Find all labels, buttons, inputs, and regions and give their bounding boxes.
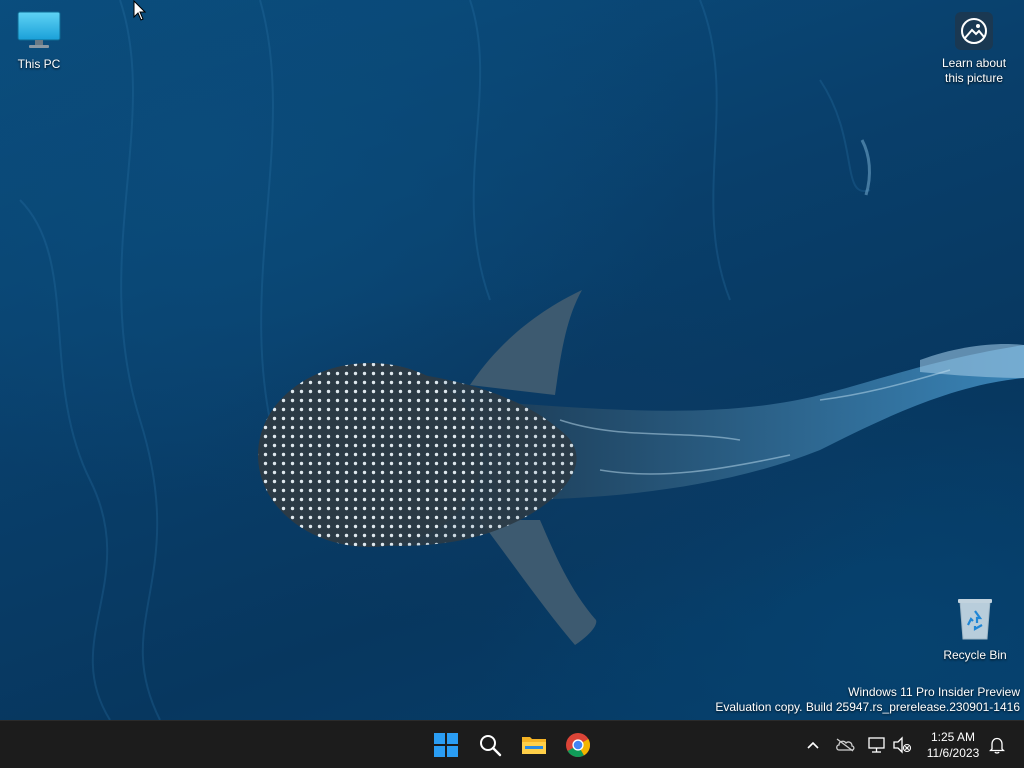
onedrive-icon [836,738,855,752]
camera-info-icon [955,12,993,50]
folder-icon [522,737,546,754]
watermark-edition: Windows 11 Pro Insider Preview [848,685,1020,699]
desktop-icon-this-pc[interactable]: This PC [1,10,77,72]
network-button[interactable] [865,733,889,757]
watermark-build: Evaluation copy. Build 25947.rs_prerelea… [715,700,1020,714]
file-explorer-button[interactable] [514,725,554,765]
clock-time: 1:25 AM [930,730,976,744]
desktop-icon-label: This PC [17,57,61,71]
windows-build-watermark: Windows 11 Pro Insider Preview Evaluatio… [715,685,1020,715]
search-icon [480,735,502,757]
volume-muted-icon [893,736,912,754]
network-icon [868,737,885,753]
notifications-button[interactable] [985,733,1009,757]
start-button[interactable] [426,725,466,765]
desktop-icon-label: Recycle Bin [943,648,1007,662]
desktop: This PC Learn about this picture Recycle… [0,0,1024,720]
desktop-icon-recycle-bin[interactable]: Recycle Bin [937,597,1013,663]
chrome-icon [566,733,591,758]
notification-bell-icon [989,737,1005,754]
recycle-bin-icon [937,597,1013,644]
desktop-icon-learn-about-picture[interactable]: Learn about this picture [936,12,1012,86]
desktop-icon-label: Learn about this picture [941,56,1007,85]
volume-button[interactable] [890,733,914,757]
windows-logo-icon [434,733,458,757]
chevron-up-icon [807,741,819,749]
chrome-button[interactable] [558,725,598,765]
mouse-pointer-icon [133,0,147,21]
whale-shark-wallpaper [258,139,1024,645]
search-button[interactable] [470,725,510,765]
system-clock[interactable]: 1:25 AM 11/6/2023 [920,729,986,761]
monitor-icon [1,10,77,53]
show-hidden-icons-button[interactable] [801,733,825,757]
taskbar: 1:25 AM 11/6/2023 [0,720,1024,768]
onedrive-button[interactable] [833,733,857,757]
clock-date: 11/6/2023 [926,746,980,760]
